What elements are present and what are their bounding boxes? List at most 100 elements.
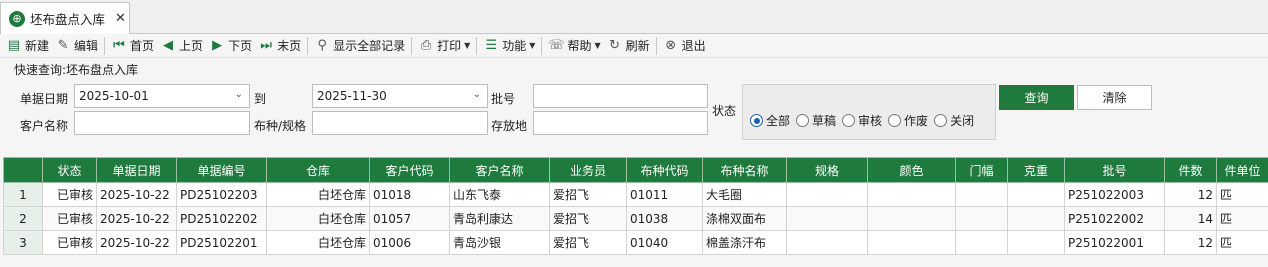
- column-header[interactable]: 业务员: [549, 157, 627, 183]
- separator: [655, 36, 657, 55]
- table-row[interactable]: 1 已审核 2025-10-22 PD25102203 白坯仓库 01018 山东飞泰 爱招飞…: [3, 182, 1268, 207]
- table-cell: [1007, 182, 1065, 207]
- table-cell: 01006: [369, 230, 450, 255]
- column-header[interactable]: 客户代码: [369, 157, 450, 183]
- status-radio-1[interactable]: 草稿: [796, 112, 836, 129]
- radio-label: 全部: [766, 114, 791, 128]
- customer-label: 客户名称: [20, 119, 69, 133]
- date-from-field[interactable]: 2025-10-01 ⌄: [74, 84, 250, 108]
- grid-body: 1 已审核 2025-10-22 PD25102203 白坯仓库 01018 山东飞泰 爱招飞…: [3, 182, 1268, 255]
- table-cell: 青岛利康达: [449, 206, 550, 231]
- toolbar: ▤ 新建 ✎ 编辑 ⏮ 首页 ◀ 上页 ▶ 下页 ⏭ 末页 ⚲ 显示全部记录 ⎙…: [0, 34, 1268, 58]
- date-to-field[interactable]: 2025-11-30 ⌄: [312, 84, 488, 108]
- column-header[interactable]: 规格: [786, 157, 868, 183]
- table-row[interactable]: 2 已审核 2025-10-22 PD25102202 白坯仓库 01057 青岛利康达 爱招…: [3, 206, 1268, 231]
- column-header[interactable]: 仓库: [266, 157, 370, 183]
- table-cell: 白坯仓库: [266, 182, 370, 207]
- table-cell: 白坯仓库: [266, 230, 370, 255]
- column-header[interactable]: 批号: [1064, 157, 1165, 183]
- column-header[interactable]: [3, 157, 43, 183]
- to-label: 到: [254, 92, 267, 106]
- column-header[interactable]: 单据编号: [176, 157, 267, 183]
- row-number: 3: [3, 230, 43, 255]
- table-cell: 已审核: [42, 206, 97, 231]
- date-from-value: 2025-10-01: [79, 89, 149, 103]
- customer-input[interactable]: [74, 111, 250, 135]
- document-new-icon: ▤: [7, 38, 21, 53]
- status-radio-0[interactable]: 全部: [750, 112, 790, 129]
- column-header[interactable]: 布种名称: [702, 157, 787, 183]
- exit-icon: ⊗: [665, 38, 677, 53]
- radio-indicator: [796, 114, 810, 127]
- new-button[interactable]: ▤ 新建: [3, 35, 52, 57]
- chevron-down-icon[interactable]: ⌄: [473, 89, 481, 100]
- column-header[interactable]: 单据日期: [96, 157, 177, 183]
- printer-icon: ⎙: [420, 38, 432, 53]
- table-cell: 14: [1164, 206, 1217, 231]
- table-cell: 棉盖涤汗布: [702, 230, 787, 255]
- table-cell: 匹: [1216, 182, 1268, 207]
- radio-label: 草稿: [812, 114, 837, 128]
- table-cell: 01011: [626, 182, 703, 207]
- show-all-label: 显示全部记录: [333, 39, 406, 53]
- column-header[interactable]: 件数: [1164, 157, 1217, 183]
- functions-button[interactable]: ☰ 功能 ▼: [480, 35, 538, 57]
- fabric-spec-input[interactable]: [312, 111, 488, 135]
- tab-fabric-inventory-inbound[interactable]: ⊕ 坯布盘点入库 ✕: [0, 2, 130, 34]
- list-icon: ☰: [485, 38, 498, 53]
- column-header[interactable]: 门幅: [955, 157, 1008, 183]
- table-cell: PD25102203: [176, 182, 267, 207]
- exit-button[interactable]: ⊗ 退出: [660, 35, 709, 57]
- radio-indicator: [750, 114, 763, 127]
- radio-label: 关闭: [950, 114, 975, 128]
- print-button[interactable]: ⎙ 打印 ▼: [415, 35, 473, 57]
- table-cell: [955, 230, 1008, 255]
- table-cell: P251022003: [1064, 182, 1165, 207]
- refresh-label: 刷新: [625, 39, 650, 53]
- refresh-button[interactable]: ↻ 刷新: [604, 35, 653, 57]
- next-page-button[interactable]: ▶ 下页: [206, 35, 255, 57]
- prev-page-button[interactable]: ◀ 上页: [157, 35, 206, 57]
- column-header[interactable]: 布种代码: [626, 157, 703, 183]
- column-header[interactable]: 件单位: [1216, 157, 1268, 183]
- table-cell: [1007, 206, 1065, 231]
- location-input[interactable]: [533, 111, 708, 135]
- separator: [104, 36, 106, 55]
- radio-label: 作废: [904, 114, 929, 128]
- separator: [476, 36, 478, 55]
- column-header[interactable]: 颜色: [867, 157, 956, 183]
- close-icon[interactable]: ✕: [115, 11, 126, 26]
- table-cell: 12: [1164, 182, 1217, 207]
- table-row[interactable]: 3 已审核 2025-10-22 PD25102201 白坯仓库 01006 青岛沙银 爱招飞…: [3, 230, 1268, 255]
- table-cell: 白坯仓库: [266, 206, 370, 231]
- column-header[interactable]: 克重: [1007, 157, 1065, 183]
- separator: [307, 36, 309, 55]
- search-icon: ⚲: [317, 38, 327, 53]
- show-all-button[interactable]: ⚲ 显示全部记录: [311, 35, 408, 57]
- globe-icon: ⊕: [9, 10, 25, 27]
- edit-button[interactable]: ✎ 编辑: [52, 35, 101, 57]
- first-page-button[interactable]: ⏮ 首页: [108, 35, 157, 57]
- last-page-label: 末页: [277, 39, 302, 53]
- batch-label: 批号: [491, 92, 516, 106]
- functions-label: 功能: [502, 39, 527, 53]
- help-button[interactable]: ☏ 帮助 ▼: [545, 35, 603, 57]
- grid-header-row: 状态 单据日期 单据编号 仓库 客户代码 客户名称 业务员 布种代码 布种名称 规格 颜色 门幅 克重批…: [3, 157, 1268, 183]
- status-radio-3[interactable]: 作废: [888, 112, 928, 129]
- clear-button[interactable]: 清除: [1077, 85, 1152, 110]
- table-cell: [955, 206, 1008, 231]
- status-radio-2[interactable]: 审核: [842, 112, 882, 129]
- column-header[interactable]: 客户名称: [449, 157, 550, 183]
- last-page-button[interactable]: ⏭ 末页: [255, 35, 304, 57]
- batch-input[interactable]: [533, 84, 708, 108]
- status-radio-4[interactable]: 关闭: [934, 112, 974, 129]
- column-header[interactable]: 状态: [42, 157, 97, 183]
- table-cell: 已审核: [42, 182, 97, 207]
- table-cell: 匹: [1216, 230, 1268, 255]
- table-cell: PD25102201: [176, 230, 267, 255]
- chevron-down-icon[interactable]: ⌄: [235, 89, 243, 100]
- exit-label: 退出: [681, 39, 706, 53]
- table-cell: 2025-10-22: [96, 230, 177, 255]
- query-button[interactable]: 查询: [999, 85, 1074, 110]
- table-cell: [786, 230, 868, 255]
